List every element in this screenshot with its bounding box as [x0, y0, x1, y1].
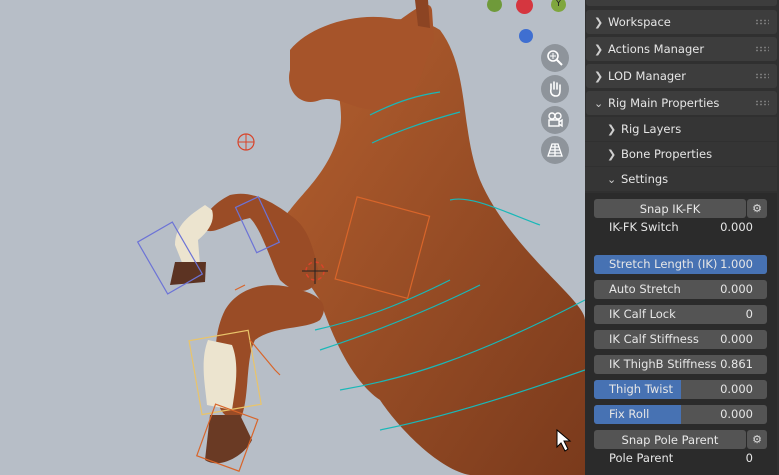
ikfk-switch-field[interactable]: IK-FK Switch 0.000: [594, 218, 767, 237]
field-value: 0.000: [720, 220, 753, 234]
gear-icon: ⚙: [752, 433, 762, 446]
drag-grip-icon[interactable]: [755, 100, 769, 106]
gizmo-axis-blue-icon[interactable]: [519, 29, 533, 43]
stretch-length-slider[interactable]: Stretch Length (IK) 1.000: [594, 255, 767, 274]
zoom-button[interactable]: [541, 44, 569, 72]
snap-ikfk-settings-button[interactable]: ⚙: [747, 199, 767, 218]
chevron-right-icon: ❯: [594, 15, 604, 29]
subsection-rig-layers[interactable]: ❯ Rig Layers: [585, 117, 777, 141]
field-value: 1.000: [720, 257, 753, 271]
field-value: 0.000: [720, 332, 753, 346]
section-rig-main-properties[interactable]: ⌄ Rig Main Properties: [586, 91, 777, 115]
gizmo-y-label: Y: [555, 0, 562, 9]
subsection-label: Settings: [621, 172, 669, 186]
fix-roll-slider[interactable]: Fix Roll 0.000: [594, 405, 767, 424]
horse-scene: [136, 0, 585, 475]
field-value: 0.861: [720, 357, 753, 371]
perspective-toggle-button[interactable]: [541, 136, 569, 164]
chevron-down-icon: ⌄: [607, 172, 617, 186]
auto-stretch-field[interactable]: Auto Stretch 0.000: [594, 280, 767, 299]
field-value: 0.000: [720, 382, 753, 396]
section-label: LOD Manager: [608, 69, 686, 83]
section-workspace[interactable]: ❯ Workspace: [586, 10, 777, 34]
section-lod-manager[interactable]: ❯ LOD Manager: [586, 64, 777, 88]
field-label: IK-FK Switch: [609, 220, 679, 234]
chevron-right-icon: ❯: [607, 122, 617, 136]
snap-pole-parent-settings-button[interactable]: ⚙: [747, 430, 767, 449]
thigh-twist-slider[interactable]: Thigh Twist 0.000: [594, 380, 767, 399]
ik-calf-lock-field[interactable]: IK Calf Lock 0: [594, 305, 767, 324]
3d-viewport[interactable]: Y: [0, 0, 585, 475]
chevron-right-icon: ❯: [594, 42, 604, 56]
field-label: Pole Parent: [609, 451, 674, 465]
chevron-right-icon: ❯: [607, 147, 617, 161]
ik-calf-stiffness-field[interactable]: IK Calf Stiffness 0.000: [594, 330, 767, 349]
section-label: Actions Manager: [608, 42, 705, 56]
drag-grip-icon[interactable]: [755, 46, 769, 52]
field-label: IK Calf Stiffness: [609, 332, 699, 346]
settings-content: Snap IK-FK ⚙ IK-FK Switch 0.000 Stretch …: [585, 193, 777, 475]
ik-thighb-stiffness-field[interactable]: IK ThighB Stiffness 0.861: [594, 355, 767, 374]
field-value: 0.000: [720, 407, 753, 421]
section-label: Rig Main Properties: [608, 96, 720, 110]
subsection-bone-properties[interactable]: ❯ Bone Properties: [585, 142, 777, 166]
pole-parent-field[interactable]: Pole Parent 0: [594, 449, 767, 468]
field-label: Auto Stretch: [609, 282, 681, 296]
snap-pole-parent-button[interactable]: Snap Pole Parent: [594, 430, 746, 449]
field-label: Stretch Length (IK): [609, 257, 718, 271]
field-label: Thigh Twist: [609, 382, 673, 396]
subsection-label: Rig Layers: [621, 122, 682, 136]
grid-perspective-icon: [547, 143, 563, 157]
camera-icon: [548, 112, 563, 128]
chevron-down-icon: ⌄: [594, 96, 604, 110]
section-label: Workspace: [608, 15, 671, 29]
pan-button[interactable]: [541, 75, 569, 103]
drag-grip-icon[interactable]: [755, 73, 769, 79]
chevron-right-icon: ❯: [594, 69, 604, 83]
subsection-settings[interactable]: ⌄ Settings: [585, 167, 777, 191]
subsection-label: Bone Properties: [621, 147, 713, 161]
pan-hand-icon: [549, 81, 561, 97]
collapsed-header-top[interactable]: [586, 0, 777, 6]
camera-view-button[interactable]: [541, 106, 569, 134]
field-label: Fix Roll: [609, 407, 650, 421]
zoom-icon: [547, 50, 563, 66]
field-value: 0: [745, 451, 753, 465]
snap-ikfk-button[interactable]: Snap IK-FK: [594, 199, 746, 218]
field-value: 0: [745, 307, 753, 321]
properties-sidebar[interactable]: ❯ Workspace ❯ Actions Manager ❯ LOD Mana…: [585, 0, 779, 475]
field-label: IK Calf Lock: [609, 307, 676, 321]
drag-grip-icon[interactable]: [755, 19, 769, 25]
field-label: IK ThighB Stiffness: [609, 357, 717, 371]
gear-icon: ⚙: [752, 202, 762, 215]
section-actions-manager[interactable]: ❯ Actions Manager: [586, 37, 777, 61]
field-value: 0.000: [720, 282, 753, 296]
